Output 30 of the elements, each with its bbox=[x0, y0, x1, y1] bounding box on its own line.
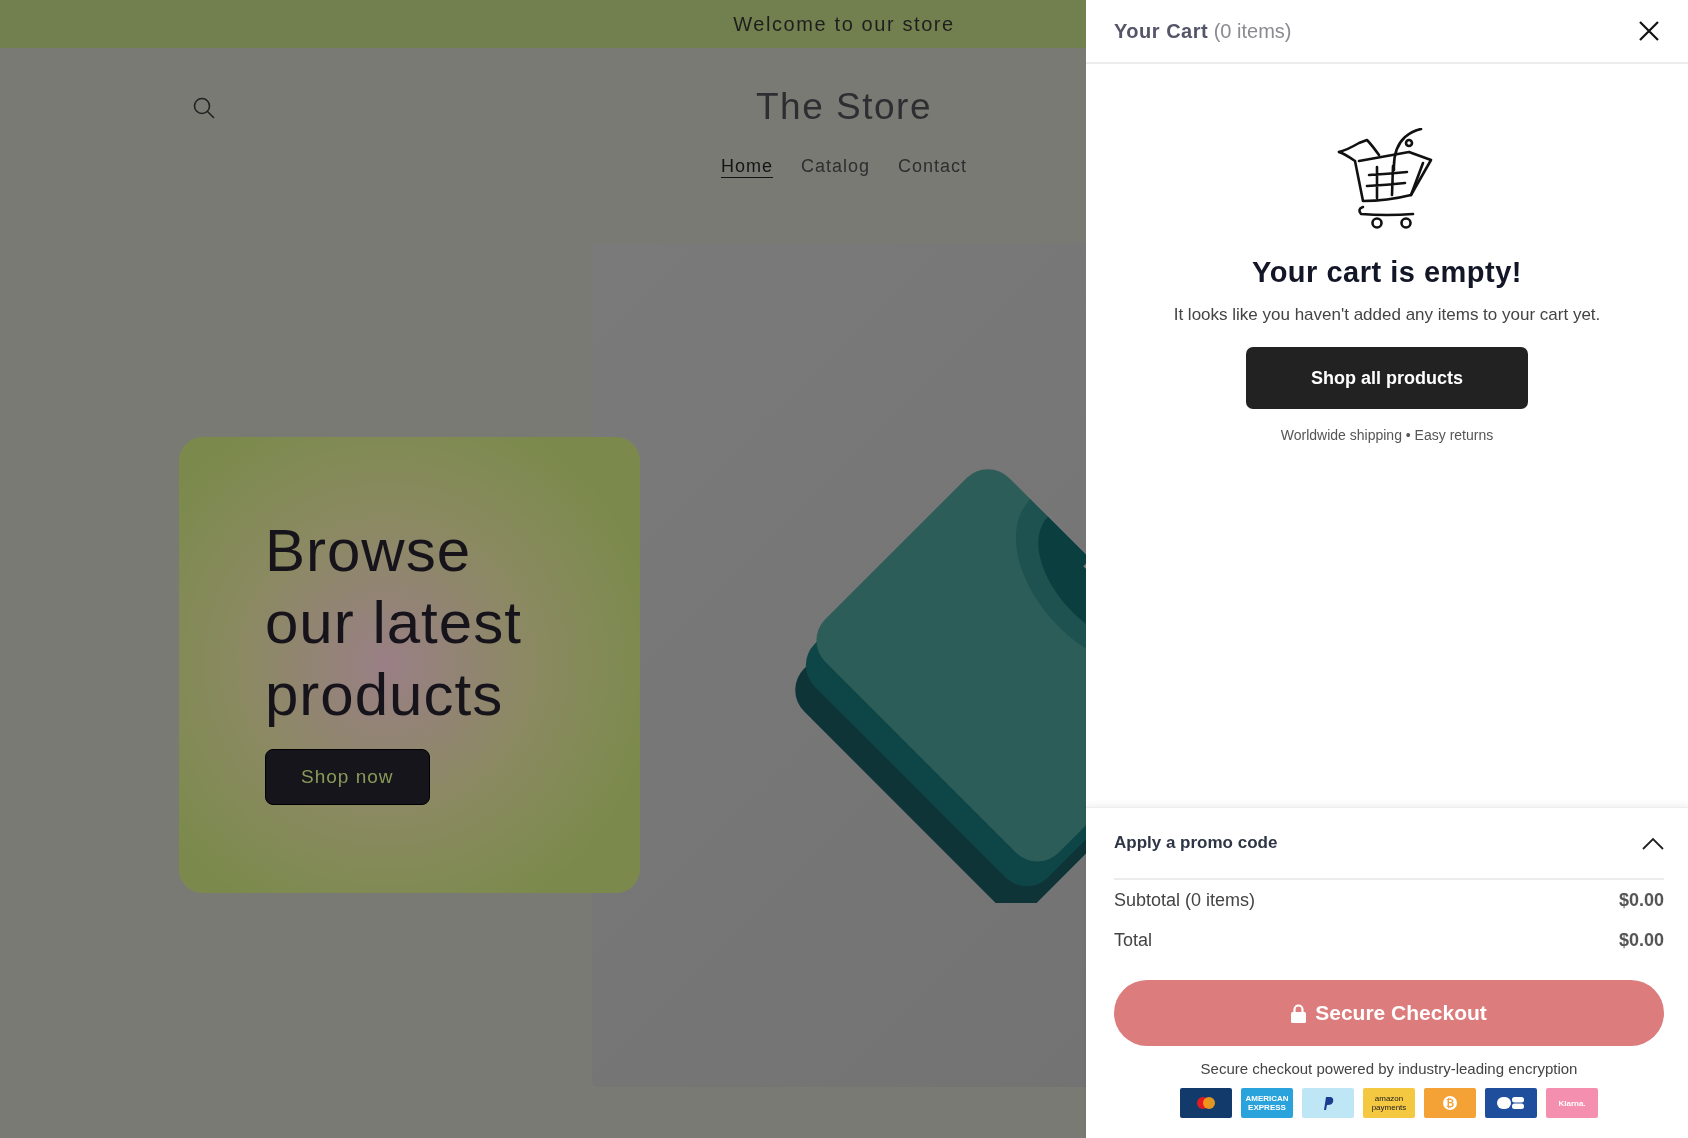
secure-checkout-button[interactable]: Secure Checkout bbox=[1114, 980, 1664, 1046]
nav-link[interactable]: Catalog bbox=[800, 156, 870, 179]
bitcoin-icon: ₿ bbox=[1424, 1088, 1476, 1118]
paypal-icon bbox=[1302, 1088, 1354, 1118]
shipping-note: Worldwide shipping • Easy returns bbox=[1280, 427, 1494, 443]
nav-link[interactable]: Home bbox=[720, 156, 773, 179]
promo-code-label: Apply a promo code bbox=[1114, 833, 1278, 853]
nav-link[interactable]: Contact bbox=[898, 156, 968, 179]
empty-cart-message: It looks like you haven't added any items to your cart yet. bbox=[1173, 305, 1601, 325]
cb-card-icon bbox=[1485, 1088, 1537, 1118]
klarna-icon: Klarna. bbox=[1546, 1088, 1598, 1118]
secure-checkout-note: Secure checkout powered by industry-leading encryption bbox=[1199, 1060, 1579, 1077]
shop-now-button[interactable]: Shop now bbox=[265, 749, 430, 805]
store-title[interactable]: The Store bbox=[756, 86, 932, 128]
mastercard-icon bbox=[1180, 1088, 1232, 1118]
summary-label: Subtotal (0 items) bbox=[1114, 889, 1256, 911]
announcement-text: Welcome to our store bbox=[733, 12, 955, 36]
close-icon[interactable] bbox=[1638, 20, 1660, 42]
summary-label: Total bbox=[1114, 929, 1153, 951]
shop-all-products-button[interactable]: Shop all products bbox=[1246, 347, 1528, 409]
empty-cart-heading: Your cart is empty! bbox=[1251, 256, 1522, 289]
promo-code-toggle[interactable]: Apply a promo code bbox=[1114, 808, 1664, 880]
cart-title: Your Cart (0 items) bbox=[1114, 19, 1292, 43]
lock-icon bbox=[1291, 1003, 1307, 1023]
amex-icon: AMERICAN EXPRESS bbox=[1241, 1088, 1293, 1118]
amazon-icon: amazon payments bbox=[1363, 1088, 1415, 1118]
hero-heading: Browse our latest products bbox=[265, 516, 523, 730]
summary-value: $0.00 bbox=[1618, 889, 1664, 911]
search-icon[interactable] bbox=[192, 96, 216, 120]
summary-value: $0.00 bbox=[1618, 929, 1664, 951]
